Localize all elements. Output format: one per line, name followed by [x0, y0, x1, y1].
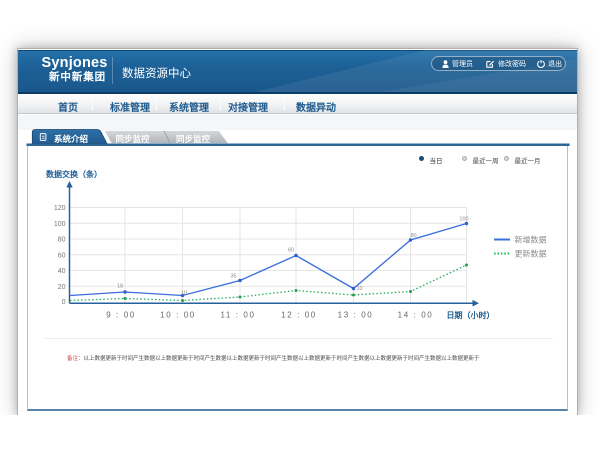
svg-text:13 : 00: 13 : 00: [338, 311, 374, 320]
svg-text:日期（小时）: 日期（小时）: [447, 310, 495, 320]
svg-text:60: 60: [58, 252, 66, 259]
svg-text:120: 120: [54, 205, 66, 212]
svg-text:10: 10: [181, 291, 187, 297]
svg-text:12 : 00: 12 : 00: [281, 311, 317, 320]
svg-text:100: 100: [54, 221, 66, 228]
svg-text:60: 60: [288, 248, 294, 254]
svg-text:20: 20: [58, 284, 66, 291]
svg-text:40: 40: [58, 268, 66, 275]
svg-text:80: 80: [410, 233, 416, 239]
svg-text:10 : 00: 10 : 00: [160, 311, 196, 320]
svg-text:9 : 00: 9 : 00: [106, 311, 136, 320]
svg-text:14 : 00: 14 : 00: [398, 311, 434, 320]
svg-text:11 : 00: 11 : 00: [220, 311, 255, 320]
svg-text:18: 18: [117, 284, 123, 290]
svg-text:更新数据: 更新数据: [515, 249, 547, 259]
svg-text:35: 35: [230, 274, 236, 280]
svg-text:新增数据: 新增数据: [515, 235, 547, 245]
svg-text:100: 100: [459, 217, 468, 223]
svg-text:0: 0: [62, 299, 66, 306]
svg-text:10: 10: [357, 286, 363, 292]
svg-text:80: 80: [58, 237, 66, 244]
